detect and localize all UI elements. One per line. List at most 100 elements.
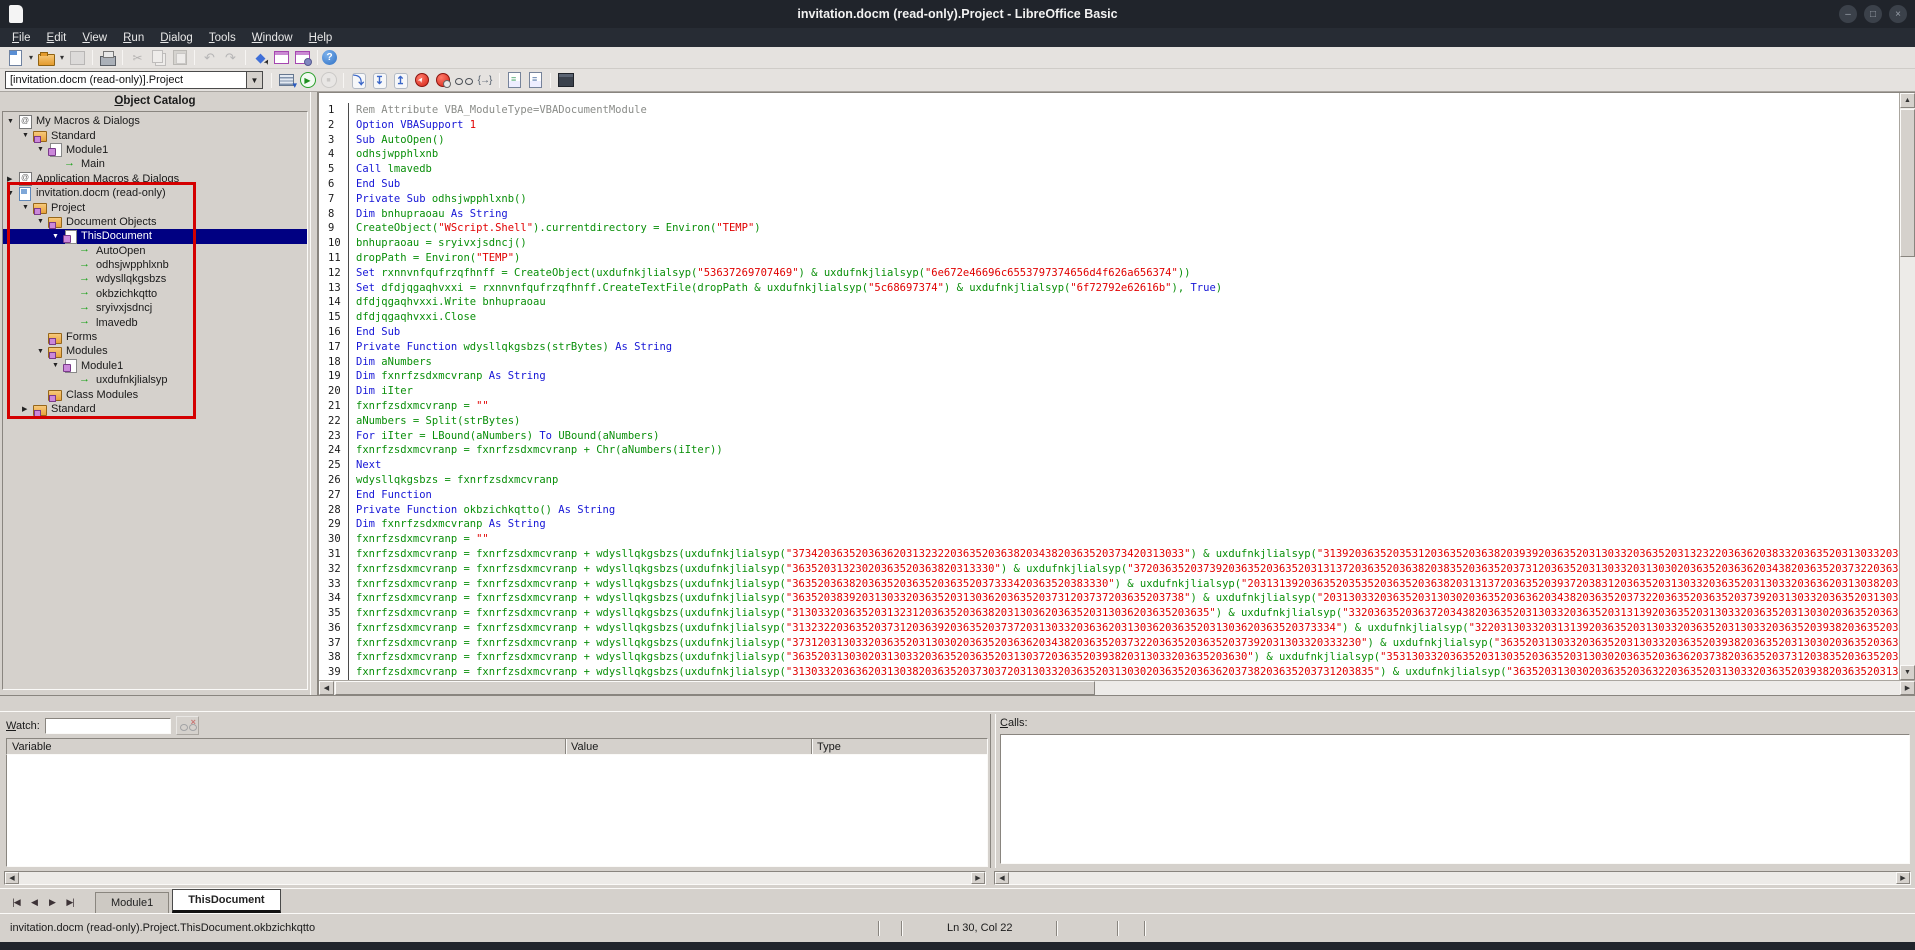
run-icon[interactable]: ▶ (297, 71, 318, 90)
scroll-left-icon[interactable]: ◀ (995, 872, 1009, 884)
tree-item-odhsjwpphlxnb[interactable]: odhsjwpphlxnb (3, 258, 307, 272)
collapse-icon[interactable]: ▼ (22, 132, 33, 139)
step-out-icon[interactable]: ↥ (390, 71, 411, 90)
tree-item-main[interactable]: Main (3, 157, 307, 171)
step-into-icon[interactable]: ↧ (369, 71, 390, 90)
horizontal-splitter[interactable] (0, 695, 1915, 712)
tree-item-autoopen[interactable]: AutoOpen (3, 243, 307, 258)
menu-dialog[interactable]: Dialog (152, 30, 201, 46)
expand-icon[interactable]: ▶ (22, 405, 33, 413)
redo-icon[interactable]: ↷ (220, 48, 241, 67)
tree-item-my-macros-dialogs[interactable]: ▼ My Macros & Dialogs (3, 114, 307, 129)
dialog-properties-icon[interactable] (292, 48, 313, 67)
import-dialog-icon[interactable] (555, 71, 576, 90)
collapse-icon[interactable]: ▼ (37, 218, 48, 225)
library-select[interactable]: [invitation.docm (read-only)].Project ▼ (5, 71, 263, 89)
first-tab-icon[interactable]: |◀ (8, 895, 24, 910)
tree-item-application-macros-dialogs[interactable]: ▶ Application Macros & Dialogs (3, 172, 307, 187)
menu-run[interactable]: Run (115, 30, 152, 46)
calls-horizontal-scrollbar[interactable]: ◀ ▶ (994, 871, 1911, 885)
scroll-right-icon[interactable]: ▶ (971, 872, 985, 884)
tree-item-sryivxjsdncj[interactable]: sryivxjsdncj (3, 301, 307, 315)
tree-item-module1[interactable]: ▼ Module1 (3, 143, 307, 158)
tree-item-lmavedb[interactable]: lmavedb (3, 315, 307, 329)
tree-item-class-modules[interactable]: Class Modules (3, 387, 307, 403)
tree-item-standard[interactable]: ▼ Standard (3, 128, 307, 144)
print-icon[interactable] (97, 48, 118, 67)
stop-icon[interactable]: ■ (318, 71, 339, 90)
tab-thisdocument[interactable]: ThisDocument (172, 889, 281, 913)
paste-icon[interactable] (169, 48, 190, 67)
step-over-icon[interactable]: ⤵ (348, 71, 369, 90)
scroll-right-icon[interactable]: ▶ (1900, 681, 1915, 695)
collapse-icon[interactable]: ▼ (37, 348, 48, 355)
undo-icon[interactable]: ↶ (199, 48, 220, 67)
calls-list[interactable] (1000, 734, 1910, 864)
enable-watch-icon[interactable] (453, 71, 474, 90)
breakpoint-icon[interactable] (411, 71, 432, 90)
close-button[interactable]: × (1889, 5, 1907, 23)
menu-help[interactable]: Help (301, 30, 341, 46)
tree-item-standard[interactable]: ▶ Standard (3, 402, 307, 417)
object-catalog-tree[interactable]: ▼My Macros & Dialogs▼Standard▼Module1Mai… (2, 111, 308, 690)
code-editor[interactable]: 1 Rem Attribute VBA_ModuleType=VBADocumen… (319, 93, 1899, 680)
cut-icon[interactable]: ✂ (127, 48, 148, 67)
tree-item-uxdufnkjlialsyp[interactable]: uxdufnkjlialsyp (3, 373, 307, 387)
open-icon[interactable]: ▾ (57, 48, 67, 67)
tree-item-module1[interactable]: ▼ Module1 (3, 359, 307, 374)
vertical-scrollbar[interactable]: ▲ ▼ (1899, 93, 1915, 680)
copy-icon[interactable] (148, 48, 169, 67)
dialog-icon[interactable] (271, 48, 292, 67)
collapse-icon[interactable]: ▼ (7, 190, 18, 197)
menu-tools[interactable]: Tools (201, 30, 244, 46)
tree-item-okbzichkqtto[interactable]: okbzichkqtto (3, 286, 307, 301)
menu-window[interactable]: Window (244, 30, 301, 46)
collapse-icon[interactable]: ▼ (7, 118, 18, 125)
library-select-dropdown-icon[interactable]: ▼ (246, 72, 262, 88)
vertical-scrollbar-thumb[interactable] (1900, 109, 1915, 257)
horizontal-scrollbar-thumb[interactable] (335, 681, 1095, 695)
minimize-button[interactable]: – (1839, 5, 1857, 23)
collapse-icon[interactable]: ▼ (52, 233, 63, 240)
manage-breakpoints-icon[interactable] (432, 71, 453, 90)
insert-source-text-icon[interactable] (504, 71, 525, 90)
open-icon[interactable] (36, 48, 57, 67)
collapse-icon[interactable]: ▼ (22, 204, 33, 211)
scroll-left-icon[interactable]: ◀ (5, 872, 19, 884)
expand-icon[interactable]: ▶ (7, 175, 18, 183)
save-icon[interactable] (67, 48, 88, 67)
previous-tab-icon[interactable]: ◀ (26, 895, 42, 910)
scroll-down-icon[interactable]: ▼ (1900, 665, 1915, 680)
scroll-left-icon[interactable]: ◀ (319, 681, 334, 695)
select-icon[interactable]: ◆ (250, 48, 271, 67)
horizontal-scrollbar[interactable]: ◀ ▶ (319, 680, 1915, 695)
watch-horizontal-scrollbar[interactable]: ◀ ▶ (4, 871, 986, 885)
help-icon[interactable]: ? (322, 50, 337, 65)
next-tab-icon[interactable]: ▶ (44, 895, 60, 910)
watch-input[interactable] (44, 717, 171, 734)
tree-item-document-objects[interactable]: ▼ Document Objects (3, 215, 307, 230)
compile-icon[interactable] (276, 71, 297, 91)
find-parentheses-icon[interactable]: {→} (474, 71, 495, 90)
scroll-right-icon[interactable]: ▶ (1896, 872, 1910, 884)
tree-item-forms[interactable]: Forms (3, 330, 307, 345)
tree-item-project[interactable]: ▼ Project (3, 200, 307, 216)
save-source-as-icon[interactable] (525, 71, 546, 90)
tree-item-wdysllqkgsbzs[interactable]: wdysllqkgsbzs (3, 272, 307, 286)
vertical-splitter[interactable] (310, 92, 318, 695)
watch-list[interactable] (6, 755, 988, 867)
collapse-icon[interactable]: ▼ (37, 146, 48, 153)
tree-item-thisdocument[interactable]: ▼ ThisDocument (3, 229, 307, 244)
menu-edit[interactable]: Edit (39, 30, 75, 46)
new-document-icon[interactable] (5, 48, 26, 67)
tab-module1[interactable]: Module1 (95, 892, 170, 913)
menu-file[interactable]: File (4, 30, 39, 46)
menu-view[interactable]: View (74, 30, 115, 46)
scroll-up-icon[interactable]: ▲ (1900, 93, 1915, 108)
last-tab-icon[interactable]: ▶| (62, 895, 78, 910)
maximize-button[interactable]: □ (1864, 5, 1882, 23)
new-document-icon[interactable]: ▾ (26, 48, 36, 67)
tree-item-modules[interactable]: ▼ Modules (3, 344, 307, 359)
tree-item-invitation-docm-read-only[interactable]: ▼ invitation.docm (read-only) (3, 186, 307, 201)
remove-watch-button[interactable] (175, 716, 199, 735)
